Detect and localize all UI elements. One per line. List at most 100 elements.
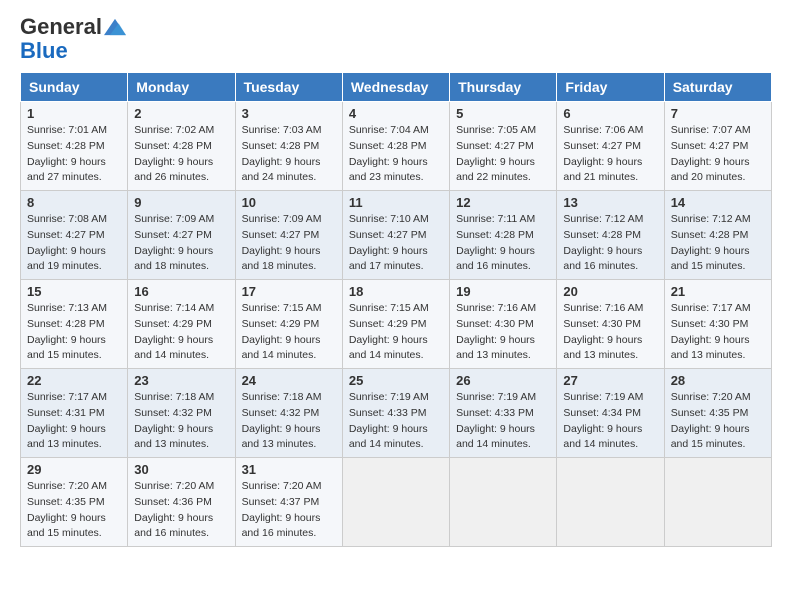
- daylight-label: Daylight: 9 hours and 14 minutes.: [456, 423, 535, 451]
- day-info: Sunrise: 7:09 AMSunset: 4:27 PMDaylight:…: [242, 212, 336, 275]
- sunrise-label: Sunrise: 7:14 AM: [134, 302, 214, 314]
- weekday-header-tuesday: Tuesday: [235, 73, 342, 102]
- page-header: General Blue: [20, 16, 772, 64]
- day-number: 12: [456, 195, 550, 210]
- day-number: 11: [349, 195, 443, 210]
- day-number: 13: [563, 195, 657, 210]
- calendar-cell: 12 Sunrise: 7:11 AMSunset: 4:28 PMDayligh…: [450, 191, 557, 280]
- day-info: Sunrise: 7:18 AMSunset: 4:32 PMDaylight:…: [134, 390, 228, 453]
- day-number: 15: [27, 284, 121, 299]
- calendar-cell: 10Sunrise: 7:09 AMSunset: 4:27 PMDayligh…: [235, 191, 342, 280]
- logo-icon: [104, 16, 126, 38]
- sunrise-label: Sunrise: 7:19 AM: [563, 391, 643, 403]
- calendar-week-4: 22Sunrise: 7:17 AMSunset: 4:31 PMDayligh…: [21, 369, 772, 458]
- calendar-cell: 6Sunrise: 7:06 AMSunset: 4:27 PMDaylight…: [557, 102, 664, 191]
- day-info: Sunrise: 7:10 AMSunset: 4:27 PMDaylight:…: [349, 212, 443, 275]
- weekday-header-saturday: Saturday: [664, 73, 771, 102]
- calendar-cell: 2Sunrise: 7:02 AMSunset: 4:28 PMDaylight…: [128, 102, 235, 191]
- daylight-label: Daylight: 9 hours and 20 minutes.: [671, 156, 750, 184]
- sunset-label: Sunset: 4:27 PM: [563, 140, 641, 152]
- calendar-cell: 14Sunrise: 7:12 AMSunset: 4:28 PMDayligh…: [664, 191, 771, 280]
- day-info: Sunrise: 7:19 AMSunset: 4:33 PMDaylight:…: [349, 390, 443, 453]
- sunrise-label: Sunrise: 7:17 AM: [27, 391, 107, 403]
- sunrise-label: Sunrise: 7:20 AM: [671, 391, 751, 403]
- daylight-label: Daylight: 9 hours and 15 minutes.: [671, 423, 750, 451]
- day-number: 1: [27, 106, 121, 121]
- sunset-label: Sunset: 4:37 PM: [242, 496, 320, 508]
- sunrise-label: Sunrise: 7:01 AM: [27, 124, 107, 136]
- daylight-label: Daylight: 9 hours and 14 minutes.: [349, 334, 428, 362]
- day-number: 23: [134, 373, 228, 388]
- day-info: Sunrise: 7:08 AMSunset: 4:27 PMDaylight:…: [27, 212, 121, 275]
- sunrise-label: Sunrise: 7:16 AM: [563, 302, 643, 314]
- day-info: Sunrise: 7:06 AMSunset: 4:27 PMDaylight:…: [563, 123, 657, 186]
- daylight-label: Daylight: 9 hours and 26 minutes.: [134, 156, 213, 184]
- daylight-label: Daylight: 9 hours and 18 minutes.: [134, 245, 213, 273]
- daylight-label: Daylight: 9 hours and 13 minutes.: [242, 423, 321, 451]
- day-info: Sunrise: 7:12 AMSunset: 4:28 PMDaylight:…: [671, 212, 765, 275]
- day-number: 25: [349, 373, 443, 388]
- calendar-cell: 17Sunrise: 7:15 AMSunset: 4:29 PMDayligh…: [235, 280, 342, 369]
- day-info: Sunrise: 7:05 AMSunset: 4:27 PMDaylight:…: [456, 123, 550, 186]
- day-info: Sunrise: 7:20 AMSunset: 4:36 PMDaylight:…: [134, 479, 228, 542]
- sunrise-label: Sunrise: 7:20 AM: [242, 480, 322, 492]
- calendar-cell: 23 Sunrise: 7:18 AMSunset: 4:32 PMDayligh…: [128, 369, 235, 458]
- calendar-cell: 29Sunrise: 7:20 AMSunset: 4:35 PMDayligh…: [21, 458, 128, 547]
- calendar-cell: 20Sunrise: 7:16 AMSunset: 4:30 PMDayligh…: [557, 280, 664, 369]
- day-info: Sunrise: 7:04 AMSunset: 4:28 PMDaylight:…: [349, 123, 443, 186]
- sunset-label: Sunset: 4:36 PM: [134, 496, 212, 508]
- sunrise-label: Sunrise: 7:18 AM: [134, 391, 214, 403]
- day-number: 7: [671, 106, 765, 121]
- weekday-header-sunday: Sunday: [21, 73, 128, 102]
- daylight-label: Daylight: 9 hours and 15 minutes.: [27, 512, 106, 540]
- sunset-label: Sunset: 4:30 PM: [671, 318, 749, 330]
- day-info: Sunrise: 7:17 AMSunset: 4:31 PMDaylight:…: [27, 390, 121, 453]
- day-info: Sunrise: 7:19 AMSunset: 4:33 PMDaylight:…: [456, 390, 550, 453]
- daylight-label: Daylight: 9 hours and 27 minutes.: [27, 156, 106, 184]
- calendar-cell: 1 Sunrise: 7:01 AM Sunset: 4:28 PM Daylight…: [21, 102, 128, 191]
- day-info: Sunrise: 7:01 AM Sunset: 4:28 PM Daylight:…: [27, 123, 121, 186]
- calendar-cell: 11 Sunrise: 7:10 AMSunset: 4:27 PMDayligh…: [342, 191, 449, 280]
- calendar-cell: [450, 458, 557, 547]
- sunrise-label: Sunrise: 7:02 AM: [134, 124, 214, 136]
- sunset-label: Sunset: 4:27 PM: [27, 229, 105, 241]
- daylight-label: Daylight: 9 hours and 19 minutes.: [27, 245, 106, 273]
- sunset-label: Sunset: 4:28 PM: [27, 140, 105, 152]
- day-number: 16: [134, 284, 228, 299]
- daylight-label: Daylight: 9 hours and 16 minutes.: [242, 512, 321, 540]
- daylight-label: Daylight: 9 hours and 16 minutes.: [456, 245, 535, 273]
- sunset-label: Sunset: 4:27 PM: [671, 140, 749, 152]
- sunset-label: Sunset: 4:28 PM: [563, 229, 641, 241]
- sunset-label: Sunset: 4:35 PM: [27, 496, 105, 508]
- sunset-label: Sunset: 4:31 PM: [27, 407, 105, 419]
- sunrise-label: Sunrise: 7:04 AM: [349, 124, 429, 136]
- weekday-header-thursday: Thursday: [450, 73, 557, 102]
- logo-general-text: General: [20, 16, 102, 38]
- sunrise-label: Sunrise: 7:15 AM: [349, 302, 429, 314]
- day-info: Sunrise: 7:09 AMSunset: 4:27 PMDaylight:…: [134, 212, 228, 275]
- sunset-label: Sunset: 4:28 PM: [349, 140, 427, 152]
- day-info: Sunrise: 7:12 AMSunset: 4:28 PMDaylight:…: [563, 212, 657, 275]
- calendar-cell: 5 Sunrise: 7:05 AMSunset: 4:27 PMDaylight…: [450, 102, 557, 191]
- day-number: 14: [671, 195, 765, 210]
- sunset-label: Sunset: 4:28 PM: [671, 229, 749, 241]
- day-info: Sunrise: 7:13 AMSunset: 4:28 PMDaylight:…: [27, 301, 121, 364]
- calendar-cell: 9Sunrise: 7:09 AMSunset: 4:27 PMDaylight…: [128, 191, 235, 280]
- day-number: 5: [456, 106, 550, 121]
- day-info: Sunrise: 7:15 AMSunset: 4:29 PMDaylight:…: [242, 301, 336, 364]
- day-number: 21: [671, 284, 765, 299]
- sunrise-label: Sunrise: 7:05 AM: [456, 124, 536, 136]
- weekday-header-friday: Friday: [557, 73, 664, 102]
- sunrise-label: Sunrise: 7:12 AM: [563, 213, 643, 225]
- calendar-cell: 13Sunrise: 7:12 AMSunset: 4:28 PMDayligh…: [557, 191, 664, 280]
- calendar-cell: 7Sunrise: 7:07 AMSunset: 4:27 PMDaylight…: [664, 102, 771, 191]
- sunrise-label: Sunrise: 7:12 AM: [671, 213, 751, 225]
- calendar-week-5: 29Sunrise: 7:20 AMSunset: 4:35 PMDayligh…: [21, 458, 772, 547]
- daylight-label: Daylight: 9 hours and 13 minutes.: [563, 334, 642, 362]
- day-info: Sunrise: 7:11 AMSunset: 4:28 PMDaylight:…: [456, 212, 550, 275]
- day-number: 28: [671, 373, 765, 388]
- daylight-label: Daylight: 9 hours and 14 minutes.: [134, 334, 213, 362]
- daylight-label: Daylight: 9 hours and 14 minutes.: [563, 423, 642, 451]
- sunrise-label: Sunrise: 7:18 AM: [242, 391, 322, 403]
- day-info: Sunrise: 7:17 AMSunset: 4:30 PMDaylight:…: [671, 301, 765, 364]
